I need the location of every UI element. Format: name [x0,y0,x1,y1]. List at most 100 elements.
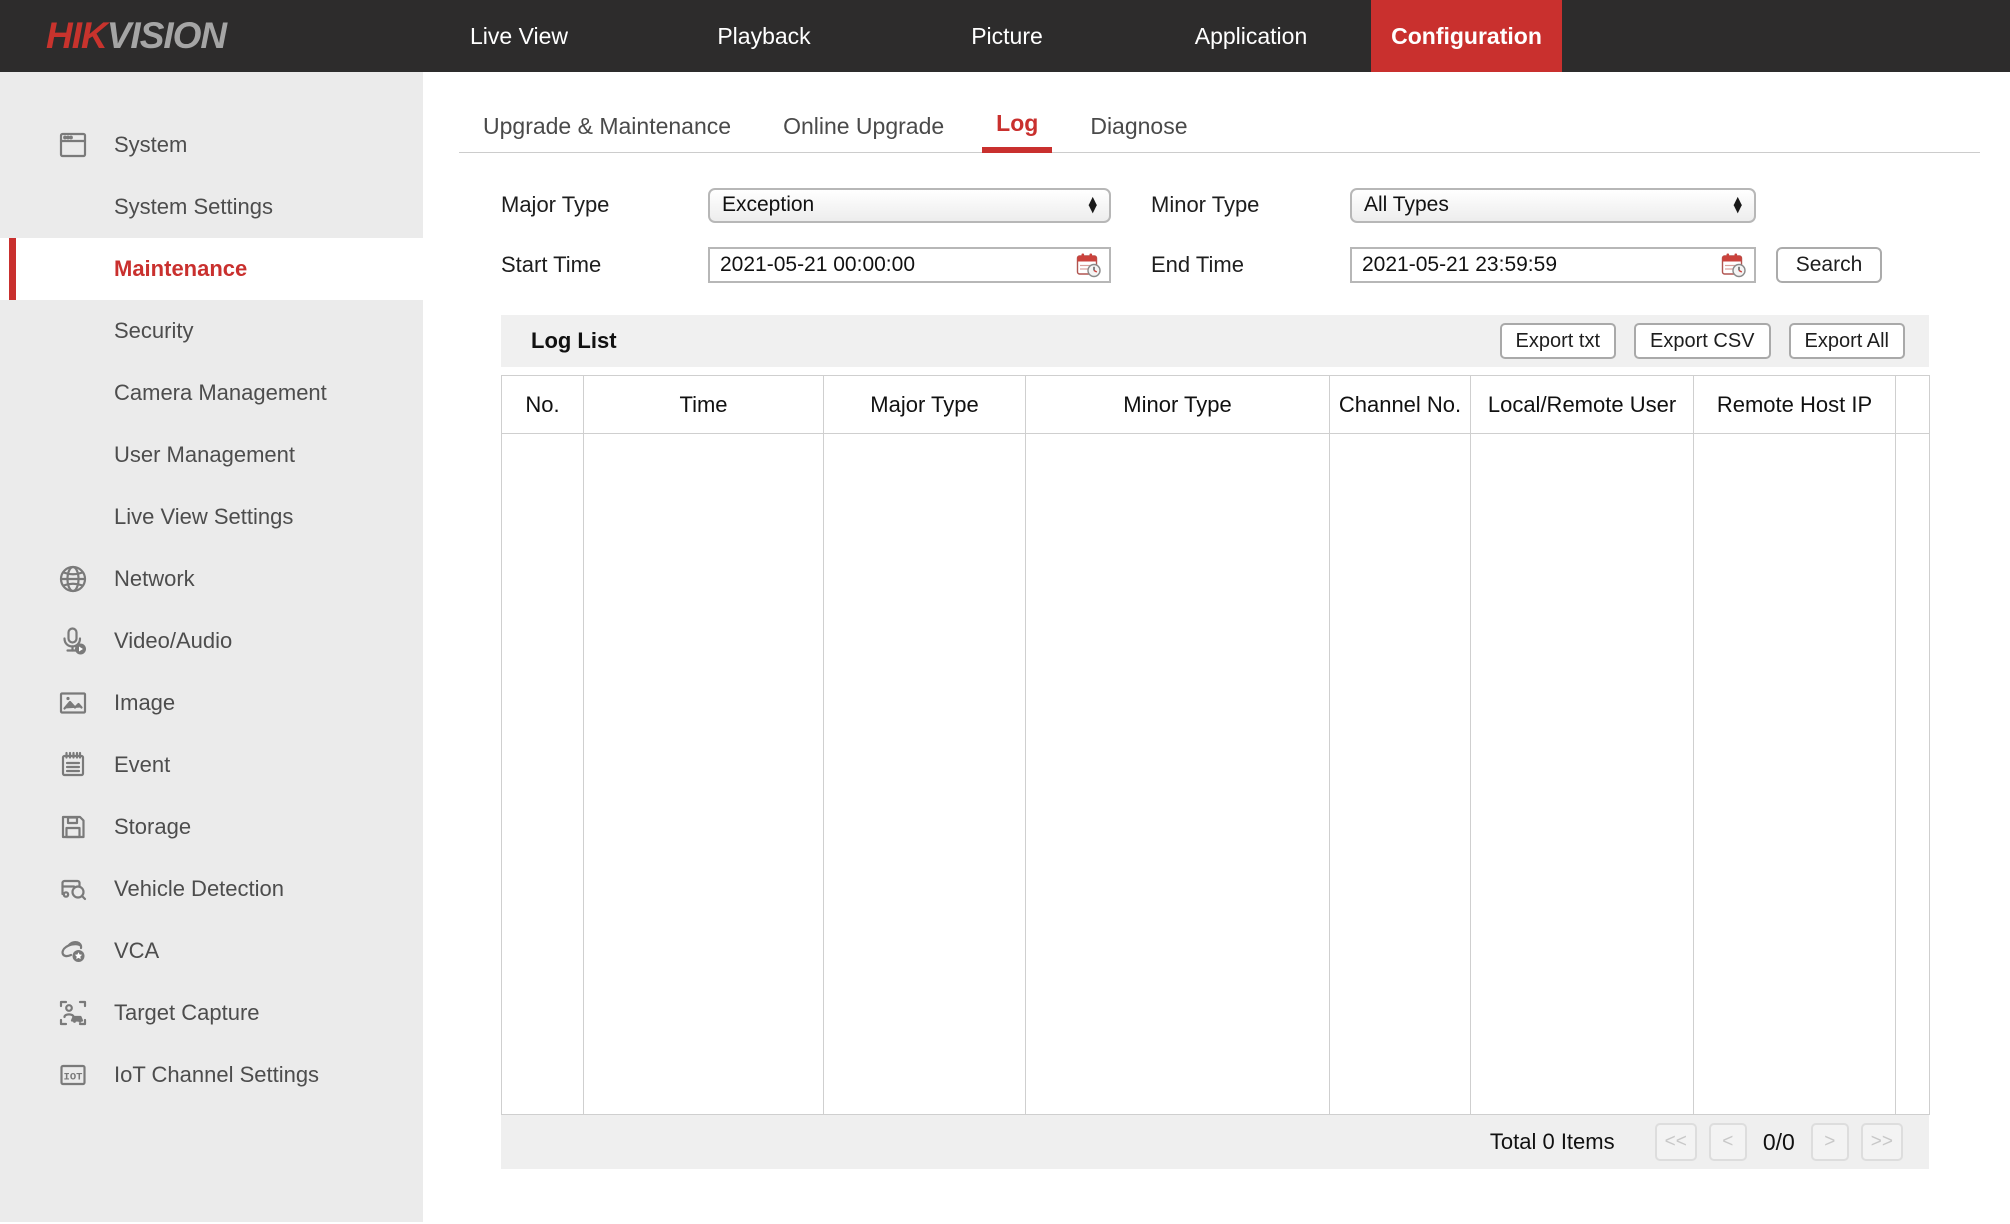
sidebar-item-label: System [114,132,187,158]
total-items-text: Total 0 Items [1490,1129,1615,1155]
column-header-no: No. [502,376,584,434]
system-icon [56,128,90,162]
empty-cell [1026,434,1330,1115]
previous-page-button[interactable]: < [1709,1123,1747,1161]
sidebar-item-vca[interactable]: VCA [0,920,423,982]
sidebar-item-label: Target Capture [114,1000,260,1026]
nav-application[interactable]: Application [1195,0,1308,72]
start-time-calendar-icon[interactable] [1075,251,1103,279]
svg-text:IOT: IOT [64,1072,83,1084]
column-header-minor-type: Minor Type [1026,376,1330,434]
last-page-button[interactable]: >> [1861,1123,1903,1161]
minor-type-label: Minor Type [1151,192,1350,218]
empty-cell [1896,434,1930,1115]
tab-online-upgrade[interactable]: Online Upgrade [769,100,958,152]
export-txt-button[interactable]: Export txt [1500,323,1616,359]
network-globe-icon [56,562,90,596]
column-header-blank [1896,376,1930,434]
sidebar-item-security[interactable]: Security [0,300,423,362]
no-icon [56,314,90,348]
end-time-calendar-icon[interactable] [1720,251,1748,279]
sidebar-item-system[interactable]: System [0,114,423,176]
sidebar-item-label: Storage [114,814,191,840]
sidebar-item-label: Security [114,318,193,344]
first-page-button[interactable]: << [1655,1123,1697,1161]
end-time-label: End Time [1151,252,1350,278]
no-icon [56,252,90,286]
empty-cell [1471,434,1694,1115]
sidebar-item-iot-channel-settings[interactable]: IOT IoT Channel Settings [0,1044,423,1106]
tab-bar: Upgrade & Maintenance Online Upgrade Log… [459,100,1980,153]
sidebar-item-user-management[interactable]: User Management [0,424,423,486]
start-time-input[interactable] [720,253,1075,277]
microphone-icon [56,624,90,658]
log-list-header: Log List Export txt Export CSV Export Al… [501,315,1929,367]
nav-configuration[interactable]: Configuration [1371,0,1562,72]
filter-row-types: Major Type Exception ▲▼ Minor Type All T… [501,187,1980,223]
select-arrows-icon: ▲▼ [1089,197,1097,213]
sidebar-item-image[interactable]: Image [0,672,423,734]
sidebar-item-system-settings[interactable]: System Settings [0,176,423,238]
no-icon [56,438,90,472]
tab-diagnose[interactable]: Diagnose [1076,100,1201,152]
select-arrows-icon: ▲▼ [1734,197,1742,213]
sidebar-item-maintenance[interactable]: Maintenance [0,238,423,300]
main-content: Upgrade & Maintenance Online Upgrade Log… [423,72,2010,1224]
sidebar-item-label: Network [114,566,195,592]
top-navigation-bar: HIKVISION Live View Playback Picture App… [0,0,2010,72]
sidebar-item-vehicle-detection[interactable]: Vehicle Detection [0,858,423,920]
logo-hik: HIK [46,15,107,57]
sidebar-item-target-capture[interactable]: Target Capture [0,982,423,1044]
empty-cell [1330,434,1471,1115]
page-ratio-text: 0/0 [1763,1129,1795,1156]
sidebar-item-label: System Settings [114,194,273,220]
empty-cell [824,434,1026,1115]
target-capture-icon [56,996,90,1030]
sidebar-item-label: User Management [114,442,295,468]
log-list-panel: Log List Export txt Export CSV Export Al… [501,315,1929,1169]
next-page-button[interactable]: > [1811,1123,1849,1161]
nav-picture[interactable]: Picture [971,0,1043,72]
nav-playback[interactable]: Playback [717,0,810,72]
image-icon [56,686,90,720]
sidebar-item-event[interactable]: Event [0,734,423,796]
major-type-select[interactable]: Exception ▲▼ [708,188,1111,223]
end-time-input[interactable] [1362,253,1720,277]
filter-row-times: Start Time End Time Search [501,247,1980,283]
log-filter-form: Major Type Exception ▲▼ Minor Type All T… [501,187,1980,283]
column-header-channel-no: Channel No. [1330,376,1471,434]
sidebar-item-label: Maintenance [114,256,247,282]
tab-upgrade-maintenance[interactable]: Upgrade & Maintenance [469,100,745,152]
nav-live-view[interactable]: Live View [470,0,568,72]
column-header-major-type: Major Type [824,376,1026,434]
sidebar-item-storage[interactable]: Storage [0,796,423,858]
log-list-title: Log List [531,328,617,354]
sidebar-item-network[interactable]: Network [0,548,423,610]
vca-icon [56,934,90,968]
sidebar-item-live-view-settings[interactable]: Live View Settings [0,486,423,548]
start-time-label: Start Time [501,252,708,278]
sidebar-item-label: IoT Channel Settings [114,1062,319,1088]
sidebar-item-label: Camera Management [114,380,327,406]
sidebar-item-video-audio[interactable]: Video/Audio [0,610,423,672]
vehicle-detection-icon [56,872,90,906]
log-table-header-row: No. Time Major Type Minor Type Channel N… [502,376,1930,434]
export-all-button[interactable]: Export All [1789,323,1905,359]
tab-log[interactable]: Log [982,100,1052,153]
no-icon [56,500,90,534]
sidebar-item-label: Vehicle Detection [114,876,284,902]
iot-icon: IOT [56,1058,90,1092]
no-icon [56,190,90,224]
export-csv-button[interactable]: Export CSV [1634,323,1770,359]
minor-type-select[interactable]: All Types ▲▼ [1350,188,1756,223]
major-type-value: Exception [722,193,1089,217]
event-notepad-icon [56,748,90,782]
start-time-field [708,247,1111,283]
storage-floppy-icon [56,810,90,844]
minor-type-value: All Types [1364,193,1734,217]
hikvision-logo: HIKVISION [46,0,226,72]
sidebar-item-label: Live View Settings [114,504,293,530]
search-button[interactable]: Search [1776,247,1882,283]
sidebar-item-label: Image [114,690,175,716]
sidebar-item-camera-management[interactable]: Camera Management [0,362,423,424]
